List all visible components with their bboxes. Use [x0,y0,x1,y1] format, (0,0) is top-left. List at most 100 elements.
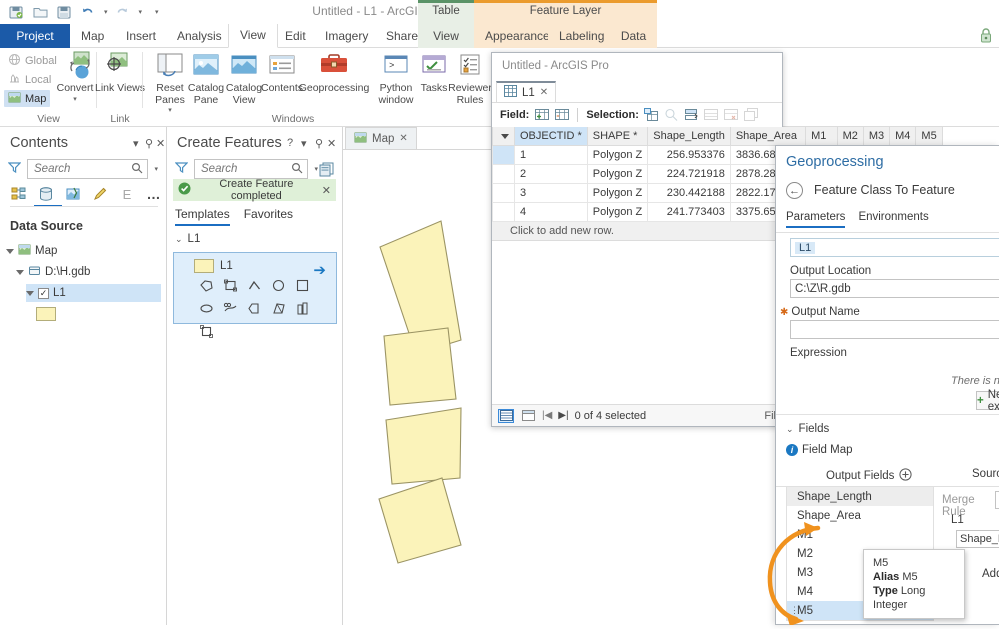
list-by-selection-icon[interactable] [64,185,82,203]
select-by-attributes-icon[interactable] [644,107,659,122]
contents-search-dropdown-caret-icon[interactable]: ▾ [154,165,158,173]
tab-data[interactable]: Data [610,24,657,48]
trace-tool-icon[interactable] [222,300,238,316]
row-selector[interactable] [492,144,515,165]
layer-visibility-checkbox[interactable]: ✓ [38,287,49,299]
column-header-m5[interactable]: M5 [915,127,943,146]
freehand-tool-icon[interactable] [246,277,262,293]
contents-tree-item-symbol[interactable] [36,305,161,323]
ellipse-tool-icon[interactable] [198,300,214,316]
output-field-shape-area[interactable]: Shape_Area [787,506,933,525]
calculate-field-icon[interactable]: = [554,107,569,122]
row-selector[interactable] [492,182,515,203]
add-new-row[interactable]: Click to add new row. [492,222,782,241]
tab-analysis[interactable]: Analysis [166,24,233,48]
switch-selection-icon[interactable] [684,107,699,122]
cell-shape[interactable]: Polygon Z [586,201,649,222]
column-header-m1[interactable]: M1 [805,127,838,146]
cell-shape[interactable]: Polygon Z [586,163,649,184]
close-icon[interactable]: ✕ [399,133,407,144]
search-icon[interactable] [131,162,143,177]
merge-rule-select[interactable]: Firs [995,491,999,509]
list-by-editing-icon[interactable] [91,185,109,203]
polygon-swatch[interactable] [36,307,56,321]
filter-icon[interactable] [174,161,189,177]
source-field-input[interactable]: Shape_Leng [956,530,999,548]
tab-favorites[interactable]: Favorites [244,207,293,226]
contents-search-box[interactable] [27,159,149,179]
list-by-drawing-order-icon[interactable] [10,185,28,203]
column-header-m2[interactable]: M2 [836,127,864,146]
chevron-down-icon[interactable]: ⌄ [175,234,183,245]
feature-template-card-l1[interactable]: L1 ➔ [173,252,337,338]
create-features-close-icon[interactable]: ✕ [327,137,336,150]
delete-selection-icon[interactable] [724,107,739,122]
search-icon[interactable] [291,162,303,177]
create-feature-message-close-icon[interactable]: ✕ [322,184,331,197]
output-location-field[interactable]: C:\Z\R.gdb [790,279,999,298]
column-header-shape[interactable]: SHAPE * [586,127,649,146]
output-field-shape-length[interactable]: Shape_Length [787,487,933,506]
create-features-search-box[interactable] [194,159,309,179]
chevron-down-icon[interactable]: ⌄ [786,424,794,435]
tab-table-view[interactable]: View [418,24,474,48]
tab-edit[interactable]: Edit [274,24,317,48]
list-by-labeling-icon[interactable]: E [118,185,136,203]
circle-tool-icon[interactable] [270,277,286,293]
right-angle-tool-icon[interactable] [246,300,262,316]
contents-search-input[interactable] [32,162,132,176]
geoprocessing-button[interactable]: Geoprocessing [295,51,373,95]
close-icon[interactable]: ✕ [540,87,548,98]
cell-shape-length[interactable]: 224.721918 [647,163,731,184]
tab-view[interactable]: View [228,24,278,48]
polygon-tool-icon[interactable] [198,277,214,293]
output-field-m1[interactable]: M1 [787,525,933,544]
tab-map[interactable]: Map [70,24,115,48]
cell-shape-length[interactable]: 256.953376 [647,144,731,165]
next-record-icon[interactable]: ▶| [558,410,568,421]
clear-selection-icon[interactable] [704,107,719,122]
new-expression-button[interactable]: + New expression ▾ [976,389,999,413]
drag-handle-icon[interactable]: ⋮ [790,606,799,615]
column-header-shape-area[interactable]: Shape_Area [729,127,807,146]
column-header-m4[interactable]: M4 [889,127,917,146]
cell-objectid[interactable]: 3 [514,182,588,203]
cell-objectid[interactable]: 4 [514,201,588,222]
row-selector[interactable] [492,201,515,222]
back-arrow-icon[interactable]: ← [786,182,803,199]
contents-pin-icon[interactable]: ⚲ [145,137,153,150]
fields-section-header[interactable]: ⌄ Fields [786,423,829,435]
building-tool-icon[interactable] [294,300,310,316]
filter-icon[interactable] [7,161,22,177]
contents-tree-item-gdb[interactable]: D:\H.gdb [16,263,161,281]
manage-templates-icon[interactable] [319,161,336,180]
create-features-menu-caret-icon[interactable]: ▾ [301,137,307,150]
cell-shape[interactable]: Polygon Z [586,182,649,203]
convert-dropdown-caret-icon[interactable]: ▾ [48,95,102,103]
create-features-search-input[interactable] [199,162,292,176]
zoom-to-selection-icon[interactable] [664,107,679,122]
row-selector[interactable] [492,163,515,184]
cell-shape-length[interactable]: 230.442188 [647,182,731,203]
cell-objectid[interactable]: 1 [514,144,588,165]
tab-imagery[interactable]: Imagery [314,24,379,48]
expand-triangle-icon[interactable] [6,248,14,254]
contents-menu-caret-icon[interactable]: ▾ [133,137,139,150]
expand-triangle-icon[interactable] [26,290,34,296]
contents-close-icon[interactable]: ✕ [156,137,165,150]
auto-complete-rect-icon[interactable] [198,323,214,339]
column-header-m3[interactable]: M3 [862,127,891,146]
info-icon[interactable]: i [786,444,798,456]
lock-icon[interactable] [979,27,993,47]
add-circle-icon[interactable] [899,468,913,484]
contents-tree-item-l1[interactable]: ✓ L1 [26,284,161,302]
select-all-corner[interactable] [492,127,515,146]
create-features-search-dropdown-caret-icon[interactable]: ▾ [314,165,318,173]
cell-objectid[interactable]: 2 [514,163,588,184]
column-header-objectid[interactable]: OBJECTID * [514,127,588,146]
tab-parameters[interactable]: Parameters [786,211,846,228]
first-record-icon[interactable]: |◀ [542,410,552,421]
list-view-icon[interactable] [520,409,536,423]
view-map-button[interactable]: Map [4,90,51,107]
column-header-shape-length[interactable]: Shape_Length [647,127,731,146]
